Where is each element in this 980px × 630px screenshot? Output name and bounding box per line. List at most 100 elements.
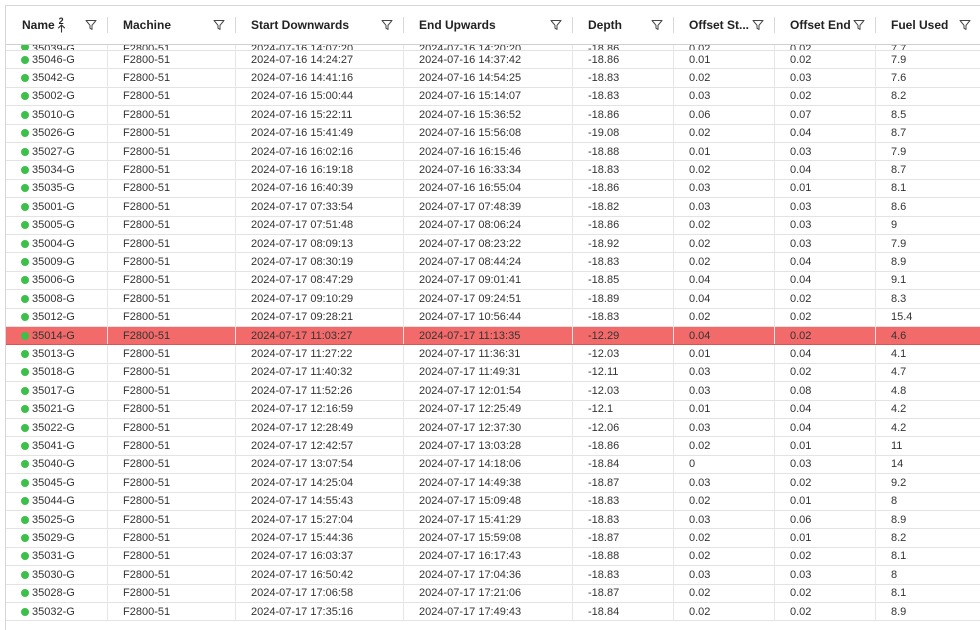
table-row[interactable]: 35017-G F2800-51 2024-07-17 11:52:26 2024-0… [6,382,980,401]
table-row[interactable]: 35041-G F2800-51 2024-07-17 12:42:57 2024-0… [6,437,980,456]
filter-icon[interactable] [651,19,663,31]
cell-start: 2024-07-17 17:06:58 [251,585,353,602]
column-resize-handle[interactable] [774,17,775,33]
table-row[interactable]: 35006-G F2800-51 2024-07-17 08:47:29 2024-0… [6,271,980,291]
cell-text: 2024-07-17 08:06:24 [419,219,522,232]
column-header-machine[interactable]: Machine [107,6,235,44]
table-row[interactable]: 35018-G F2800-51 2024-07-17 11:40:32 2024-0… [6,363,980,383]
cell-depth: -18.83 [588,511,619,528]
cell-text: 2024-07-16 15:41:49 [251,127,354,140]
status-dot-icon [21,55,29,64]
cell-name: 35027-G [21,143,75,160]
cell-text: 2024-07-16 14:37:42 [419,53,522,66]
filter-icon[interactable] [550,19,562,31]
cell-text: 8.2 [891,90,907,103]
cell-divider [107,511,108,529]
column-resize-handle[interactable] [572,17,573,33]
column-header-end[interactable]: End Upwards [403,6,572,44]
column-header-start[interactable]: Start Downwards [235,6,403,44]
table-row[interactable]: 35032-G F2800-51 2024-07-17 17:35:16 2024-0… [6,603,980,622]
filter-icon[interactable] [213,19,225,31]
table-row[interactable]: 35008-G F2800-51 2024-07-17 09:10:29 2024-0… [6,290,980,309]
column-resize-handle[interactable] [107,17,108,33]
table-row[interactable]: 35034-G F2800-51 2024-07-16 16:19:18 2024-0… [6,161,980,180]
cell-text: 0.04 [790,421,812,434]
table-row[interactable]: 35029-G F2800-51 2024-07-17 15:44:36 2024-0… [6,529,980,548]
table-row[interactable]: 35004-G F2800-51 2024-07-17 08:09:13 2024-0… [6,235,980,254]
column-header-depth[interactable]: Depth [572,6,673,44]
cell-offset_start: 0.03 [689,88,710,105]
cell-text: F2800-51 [123,274,171,287]
table-row[interactable]: 35022-G F2800-51 2024-07-17 12:28:49 2024-0… [6,419,980,438]
table-row[interactable]: 35010-G F2800-51 2024-07-16 15:22:11 2024-0… [6,106,980,125]
filter-icon[interactable] [959,19,971,31]
cell-text: 8.9 [891,513,907,526]
cell-offset_end: 0.04 [790,272,811,289]
filter-icon[interactable] [752,19,764,31]
column-resize-handle[interactable] [235,17,236,33]
cell-start: 2024-07-17 12:42:57 [251,437,353,454]
cell-offset_end: 0.02 [790,88,811,105]
table-row[interactable]: 35009-G F2800-51 2024-07-17 08:30:19 2024-0… [6,253,980,272]
cell-divider [673,363,674,382]
cell-divider [875,345,876,363]
table-row[interactable]: 35002-G F2800-51 2024-07-16 15:00:44 2024-0… [6,87,980,107]
cell-divider [403,216,404,234]
cell-depth: -12.29 [588,327,619,344]
cell-text: 0.02 [689,219,711,232]
status-dot-icon [21,607,29,616]
cell-machine: F2800-51 [123,364,170,381]
table-row-selected[interactable]: 35014-G F2800-51 2024-07-17 11:03:27 2024-0… [6,327,980,346]
table-row[interactable]: 35013-G F2800-51 2024-07-17 11:27:22 2024-0… [6,345,980,364]
cell-machine: F2800-51 [123,253,170,270]
column-header-name[interactable]: Name 2 [6,6,107,44]
table-row[interactable]: 35030-G F2800-51 2024-07-17 16:50:42 2024-0… [6,566,980,585]
table-row[interactable]: 35045-G F2800-51 2024-07-17 14:25:04 2024-0… [6,474,980,493]
cell-name: 35021-G [21,401,75,418]
filter-icon[interactable] [853,19,865,31]
cell-text: -18.84 [588,605,620,618]
sort-indicator[interactable]: 2 [57,17,66,33]
column-header-offset_end[interactable]: Offset End [774,6,875,44]
column-resize-handle[interactable] [673,17,674,33]
cell-divider [107,198,108,216]
cell-divider [673,603,674,621]
cell-divider [572,419,573,437]
cell-text: -18.86 [588,219,620,232]
cell-name: 35008-G [21,290,75,307]
column-header-offset_start[interactable]: Offset St... [673,6,774,44]
table-row[interactable]: 35044-G F2800-51 2024-07-17 14:55:43 2024-0… [6,492,980,511]
table-row[interactable]: 35001-G F2800-51 2024-07-17 07:33:54 2024-0… [6,198,980,217]
cell-divider [107,143,108,161]
table-row[interactable]: 35042-G F2800-51 2024-07-16 14:41:16 2024-0… [6,69,980,88]
cell-divider [107,400,108,418]
table-row[interactable]: 35021-G F2800-51 2024-07-17 12:16:59 2024-0… [6,400,980,419]
table-row[interactable]: 35012-G F2800-51 2024-07-17 09:28:21 2024-0… [6,308,980,327]
cell-machine: F2800-51 [123,217,170,234]
cell-fuel: 14 [891,456,903,473]
cell-divider [774,308,775,326]
table-row[interactable]: 35028-G F2800-51 2024-07-17 17:06:58 2024-0… [6,584,980,603]
cell-end: 2024-07-17 16:17:43 [419,548,521,565]
table-row[interactable]: 35027-G F2800-51 2024-07-16 16:02:16 2024-0… [6,143,980,162]
status-dot-icon [21,202,29,211]
table-row[interactable]: 35031-G F2800-51 2024-07-17 16:03:37 2024-0… [6,547,980,567]
filter-icon[interactable] [85,19,97,31]
table-row[interactable]: 35035-G F2800-51 2024-07-16 16:40:39 2024-0… [6,179,980,199]
column-resize-handle[interactable] [875,17,876,33]
cell-name: 35042-G [21,69,75,86]
table-row[interactable]: 35040-G F2800-51 2024-07-17 13:07:54 2024-0… [6,455,980,475]
cell-machine: F2800-51 [123,456,170,473]
column-header-fuel[interactable]: Fuel Used [875,6,980,44]
cell-text: 0.04 [790,274,812,287]
cell-text: F2800-51 [123,532,171,545]
table-row[interactable]: 35025-G F2800-51 2024-07-17 15:27:04 2024-0… [6,511,980,530]
table-row[interactable]: 35046-G F2800-51 2024-07-16 14:24:27 2024-0… [6,51,980,70]
cell-divider [235,603,236,621]
table-row[interactable]: 35026-G F2800-51 2024-07-16 15:41:49 2024-0… [6,124,980,143]
cell-fuel: 4.2 [891,419,906,436]
column-resize-handle[interactable] [403,17,404,33]
cell-machine: F2800-51 [123,290,170,307]
filter-icon[interactable] [381,19,393,31]
table-row[interactable]: 35005-G F2800-51 2024-07-17 07:51:48 2024-0… [6,216,980,235]
